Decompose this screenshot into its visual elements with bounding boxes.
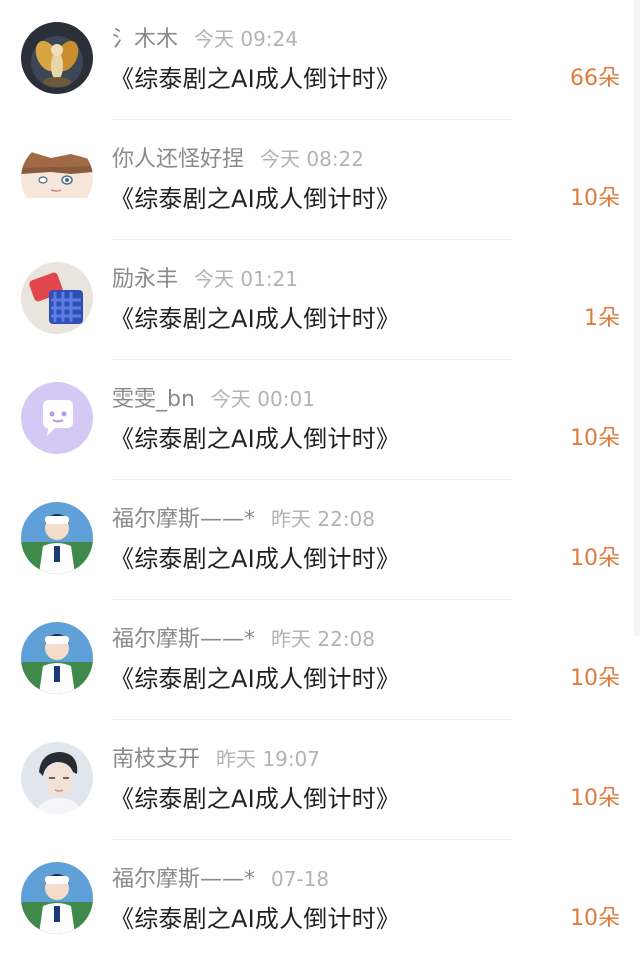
gift-title: 《综泰剧之AI成人倒计时》 (110, 305, 401, 333)
avatar[interactable] (21, 862, 93, 934)
list-item[interactable]: 福尔摩斯——* 昨天 22:08 《综泰剧之AI成人倒计时》 10朵 (0, 480, 640, 600)
gift-amount: 10朵 (570, 786, 620, 811)
portrait-avatar-icon (21, 742, 93, 814)
gift-title: 《综泰剧之AI成人倒计时》 (110, 905, 401, 933)
list-item[interactable]: 励永丰 今天 01:21 《综泰剧之AI成人倒计时》 1朵 (0, 240, 640, 360)
timestamp: 07-18 (271, 867, 330, 891)
tennis-player-avatar-icon (21, 502, 93, 574)
gift-title: 《综泰剧之AI成人倒计时》 (110, 665, 401, 693)
gift-amount: 10朵 (570, 906, 620, 931)
timestamp: 昨天 22:08 (271, 627, 376, 651)
username[interactable]: 福尔摩斯——* (112, 867, 255, 892)
avatar[interactable] (21, 742, 93, 814)
timestamp: 昨天 19:07 (216, 747, 321, 771)
timestamp: 昨天 22:08 (271, 507, 376, 531)
avatar[interactable] (21, 22, 93, 94)
list-item[interactable]: 氵木木 今天 09:24 《综泰剧之AI成人倒计时》 66朵 (0, 0, 640, 120)
gift-amount: 66朵 (570, 66, 620, 91)
list-item[interactable]: 福尔摩斯——* 07-18 《综泰剧之AI成人倒计时》 10朵 (0, 840, 640, 960)
username[interactable]: 福尔摩斯——* (112, 507, 255, 532)
firefly-fairy-avatar-icon (21, 22, 93, 94)
scrollbar-track[interactable] (634, 0, 640, 636)
avatar[interactable] (21, 142, 93, 214)
avatar[interactable] (21, 382, 93, 454)
username[interactable]: 福尔摩斯——* (112, 627, 255, 652)
username[interactable]: 雯雯_bn (112, 387, 195, 412)
username[interactable]: 励永丰 (112, 267, 178, 292)
avatar[interactable] (21, 622, 93, 694)
username[interactable]: 南枝支开 (112, 747, 200, 772)
gift-title: 《综泰剧之AI成人倒计时》 (110, 425, 401, 453)
timestamp: 今天 00:01 (210, 387, 315, 411)
gift-amount: 1朵 (584, 306, 620, 331)
list-item[interactable]: 你人还怪好捏 今天 08:22 《综泰剧之AI成人倒计时》 10朵 (0, 120, 640, 240)
avatar[interactable] (21, 262, 93, 334)
default-chat-avatar-icon (21, 382, 93, 454)
gift-title: 《综泰剧之AI成人倒计时》 (110, 785, 401, 813)
gift-amount: 10朵 (570, 186, 620, 211)
list-item[interactable]: 南枝支开 昨天 19:07 《综泰剧之AI成人倒计时》 10朵 (0, 720, 640, 840)
timestamp: 今天 08:22 (260, 147, 365, 171)
tennis-player-avatar-icon (21, 622, 93, 694)
gift-amount: 10朵 (570, 546, 620, 571)
tennis-player-avatar-icon (21, 862, 93, 934)
list-item[interactable]: 福尔摩斯——* 昨天 22:08 《综泰剧之AI成人倒计时》 10朵 (0, 600, 640, 720)
gift-title: 《综泰剧之AI成人倒计时》 (110, 65, 401, 93)
gift-title: 《综泰剧之AI成人倒计时》 (110, 545, 401, 573)
timestamp: 今天 09:24 (194, 27, 299, 51)
gift-amount: 10朵 (570, 426, 620, 451)
avatar[interactable] (21, 502, 93, 574)
gift-title: 《综泰剧之AI成人倒计时》 (110, 185, 401, 213)
gift-record-list: 氵木木 今天 09:24 《综泰剧之AI成人倒计时》 66朵 你人还怪好捏 今天 0… (0, 0, 640, 956)
woven-basket-avatar-icon (21, 262, 93, 334)
list-item[interactable]: 雯雯_bn 今天 00:01 《综泰剧之AI成人倒计时》 10朵 (0, 360, 640, 480)
username[interactable]: 氵木木 (112, 27, 178, 52)
timestamp: 今天 01:21 (194, 267, 299, 291)
anime-boy-avatar-icon (21, 142, 93, 214)
gift-amount: 10朵 (570, 666, 620, 691)
username[interactable]: 你人还怪好捏 (112, 147, 244, 172)
